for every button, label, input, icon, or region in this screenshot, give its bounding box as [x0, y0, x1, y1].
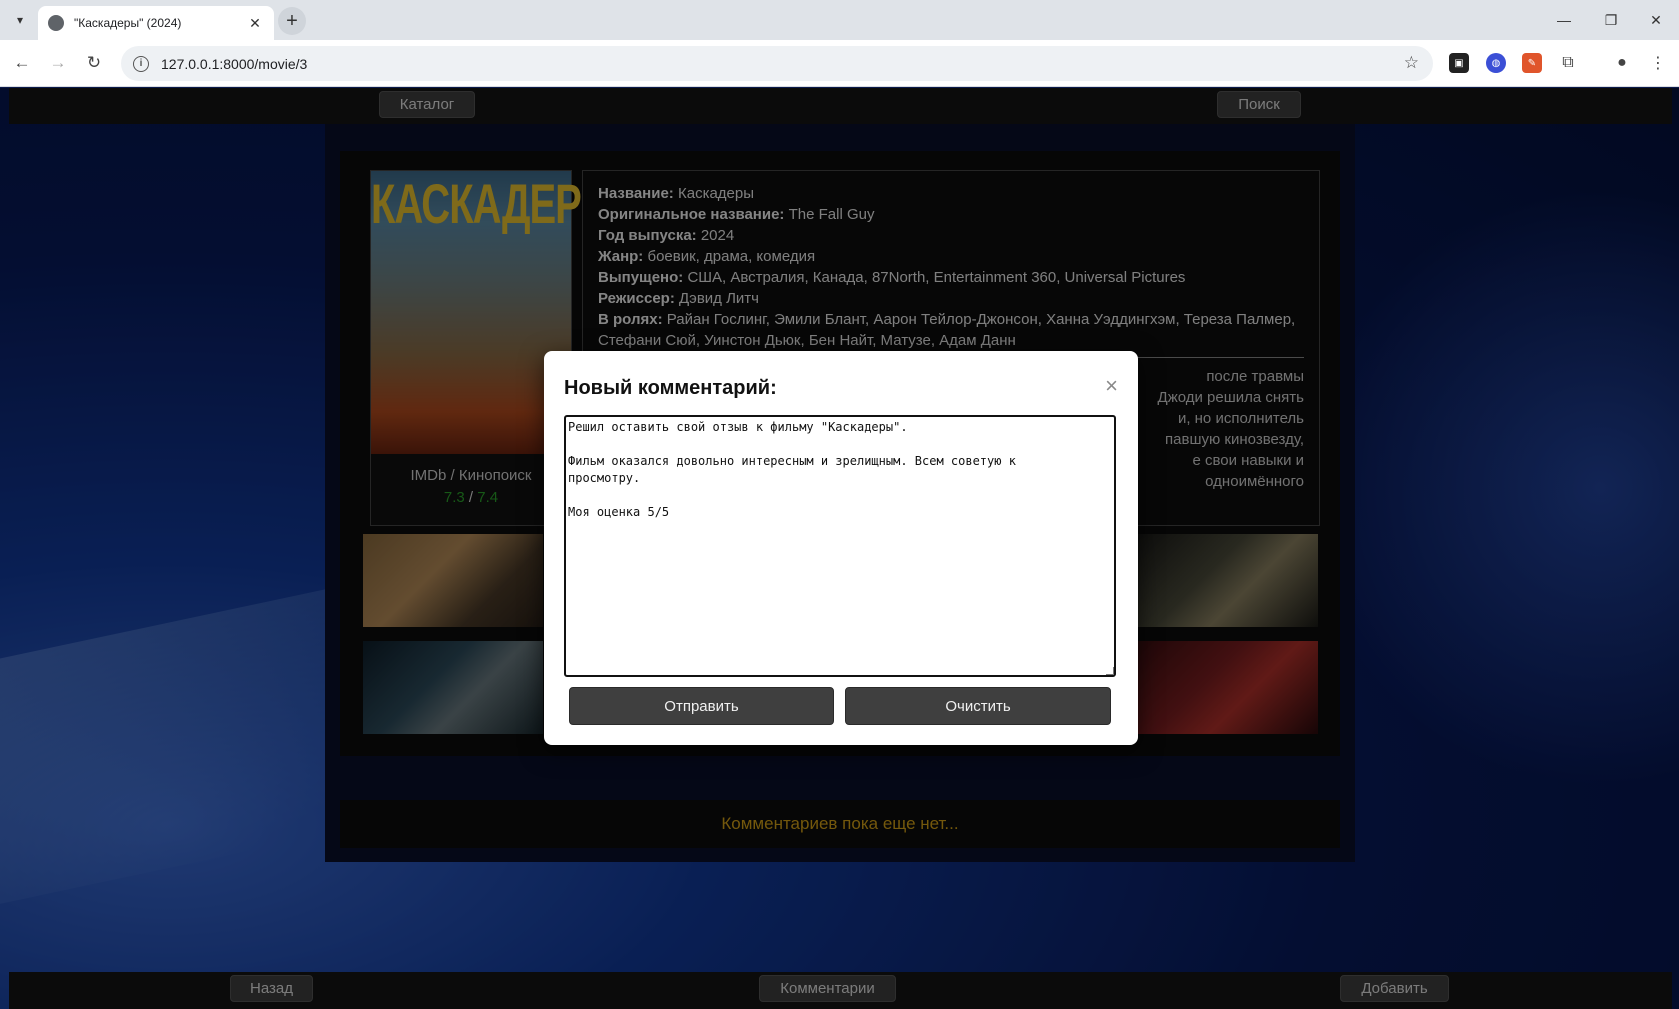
submit-button[interactable]: Отправить	[569, 687, 834, 725]
reload-icon[interactable]: ↻	[81, 50, 107, 76]
bookmark-star-icon[interactable]: ☆	[1404, 53, 1419, 73]
profile-icon[interactable]: ●	[1612, 53, 1632, 73]
minimize-icon[interactable]: —	[1549, 8, 1579, 32]
modal-title: Новый комментарий:	[564, 377, 777, 399]
window-close-icon[interactable]: ✕	[1641, 8, 1671, 32]
extension-cai-icon[interactable]: ▣	[1449, 53, 1469, 73]
url-text: 127.0.0.1:8000/movie/3	[161, 55, 308, 72]
textarea-resize-handle[interactable]	[1106, 667, 1114, 675]
menu-kebab-icon[interactable]: ⋮	[1648, 53, 1668, 73]
forward-arrow-icon[interactable]: →	[45, 50, 71, 76]
clear-button[interactable]: Очистить	[845, 687, 1111, 725]
tab-search-chevron-icon[interactable]: ▾	[8, 8, 32, 32]
browser-tabbar: ▾ "Каскадеры" (2024) ✕ + — ❐ ✕	[0, 0, 1679, 40]
extensions-puzzle-icon[interactable]: ⧉	[1558, 53, 1578, 73]
restore-icon[interactable]: ❐	[1596, 8, 1626, 32]
browser-toolbar: ← → ↻ i 127.0.0.1:8000/movie/3 ☆ ▣ ◍ ✎ ⧉…	[0, 40, 1679, 87]
new-comment-modal: Новый комментарий: × Решил оставить свой…	[544, 351, 1138, 745]
tab-title: "Каскадеры" (2024)	[74, 16, 182, 30]
close-icon[interactable]: ×	[1105, 375, 1118, 397]
site-info-icon[interactable]: i	[133, 55, 149, 72]
close-tab-icon[interactable]: ✕	[246, 15, 264, 32]
browser-tab[interactable]: "Каскадеры" (2024) ✕	[38, 6, 274, 40]
comment-textarea[interactable]: Решил оставить свой отзыв к фильму "Каск…	[564, 415, 1116, 677]
extension-eyedropper-icon[interactable]: ✎	[1522, 53, 1542, 73]
address-bar[interactable]: i 127.0.0.1:8000/movie/3 ☆	[121, 46, 1433, 81]
globe-icon	[48, 15, 64, 31]
extension-globe-icon[interactable]: ◍	[1486, 53, 1506, 73]
new-tab-button[interactable]: +	[278, 7, 306, 35]
back-arrow-icon[interactable]: ←	[9, 50, 35, 76]
